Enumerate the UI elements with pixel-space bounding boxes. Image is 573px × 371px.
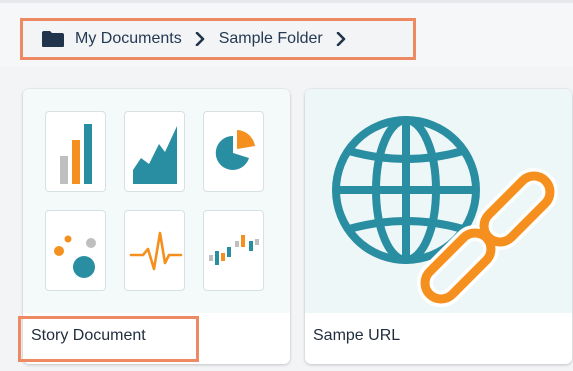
waterfall-chart-tile: [203, 210, 264, 291]
chevron-right-icon: [336, 32, 346, 46]
bar-chart-tile: [45, 111, 106, 192]
area-chart-tile: [124, 111, 185, 192]
bar-chart-icon: [60, 124, 92, 184]
scatter-chart-tile: [45, 210, 106, 291]
breadcrumb-sample-folder[interactable]: Sample Folder: [219, 30, 323, 48]
breadcrumb: My Documents Sample Folder: [20, 18, 416, 60]
chevron-right-icon: [195, 32, 205, 46]
scatter-chart-icon: [54, 235, 96, 278]
top-divider: [0, 0, 573, 3]
pie-chart-tile: [203, 111, 264, 192]
area-chart-icon: [133, 126, 177, 184]
breadcrumb-my-documents[interactable]: My Documents: [75, 30, 182, 48]
globe-link-icon: [332, 116, 558, 307]
folder-icon: [42, 31, 64, 47]
story-document-thumbnail: [23, 89, 290, 313]
waterfall-chart-icon: [209, 235, 259, 265]
highlight-box: [18, 316, 199, 362]
pulse-line-icon: [129, 231, 183, 271]
sample-url-label: Sampe URL: [313, 327, 401, 344]
sample-url-card[interactable]: Sampe URL: [305, 89, 572, 364]
pulse-line-tile: [124, 210, 185, 291]
sample-url-thumbnail: [305, 89, 572, 313]
pie-chart-icon: [215, 130, 255, 170]
